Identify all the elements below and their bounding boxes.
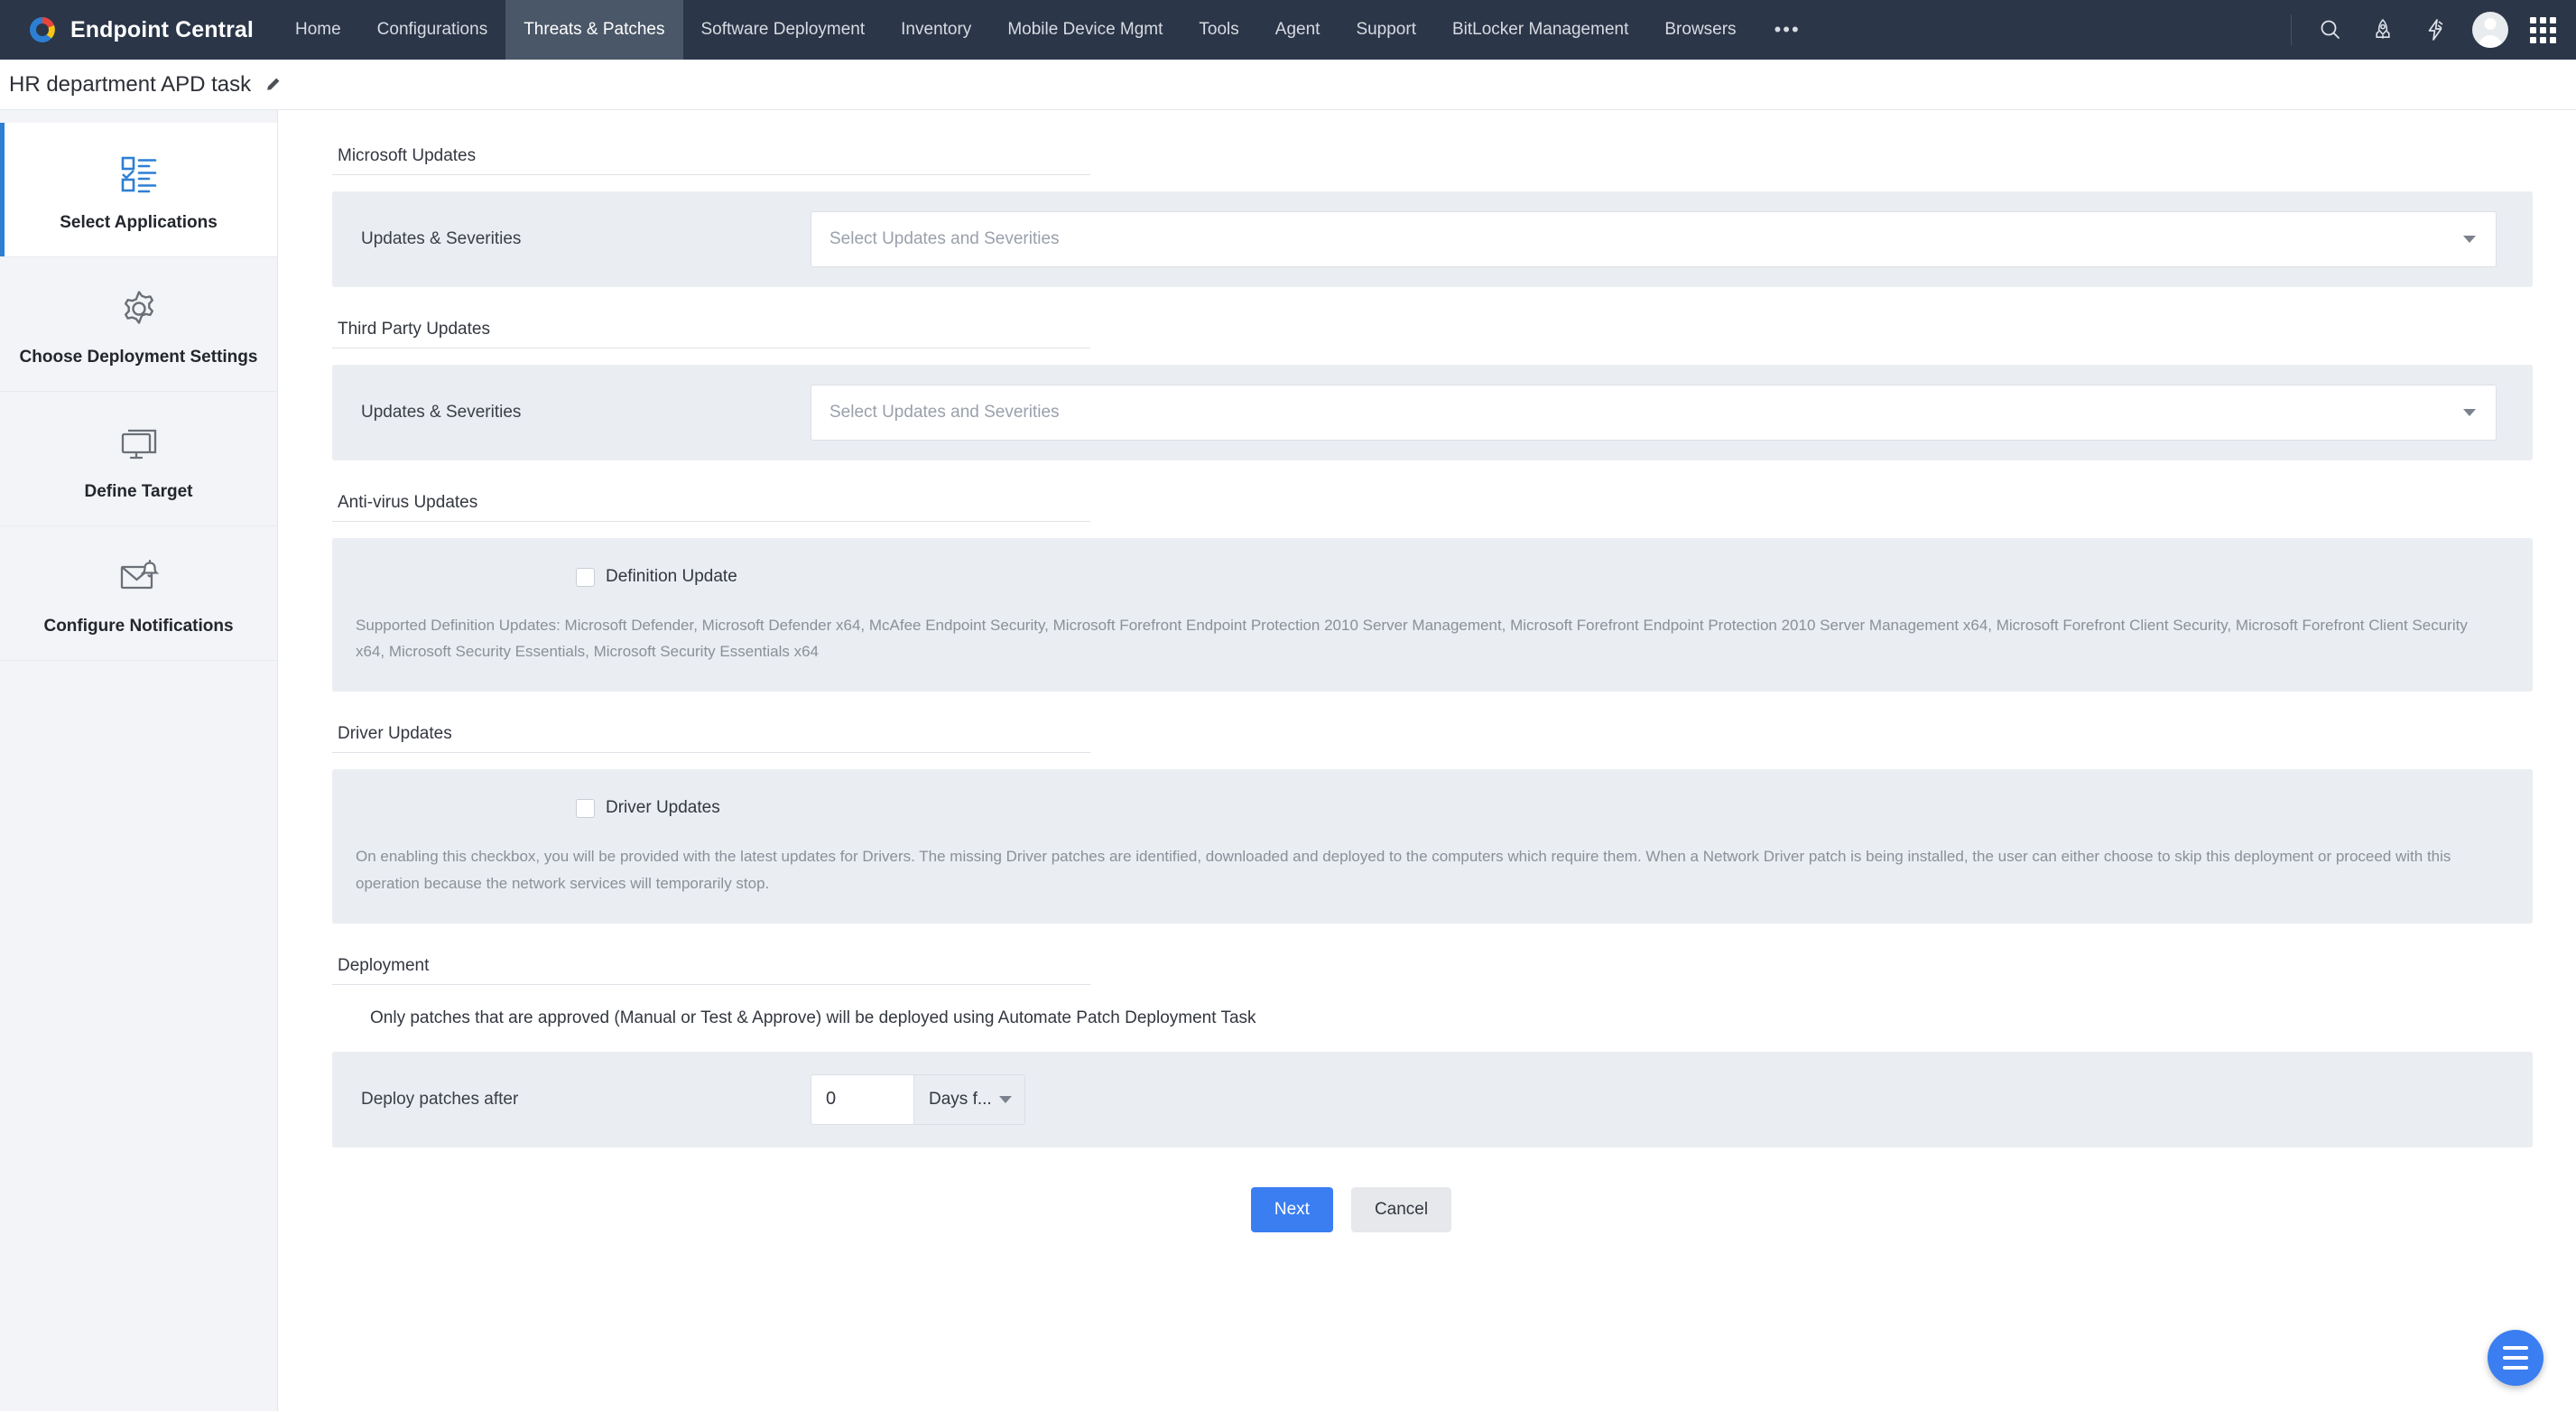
sidebar-item-choose-deployment-settings[interactable]: Choose Deployment Settings: [0, 257, 277, 392]
search-icon[interactable]: [2315, 14, 2346, 45]
form-actions: Next Cancel: [332, 1186, 2370, 1232]
menu-hamburger-icon[interactable]: [2488, 1330, 2544, 1386]
nav-right-actions: [2278, 0, 2576, 60]
deploy-after-days-input[interactable]: [811, 1073, 913, 1125]
panel-driver-updates: Driver Updates On enabling this checkbox…: [332, 769, 2533, 924]
nav-overflow-menu-icon[interactable]: •••: [1755, 0, 1821, 60]
chevron-down-icon: [2463, 236, 2476, 243]
section-heading-antivirus-updates: Anti-virus Updates: [332, 493, 1090, 522]
nav-item-home[interactable]: Home: [277, 0, 359, 60]
definition-update-label: Definition Update: [606, 567, 737, 586]
section-heading-deployment: Deployment: [332, 956, 1090, 985]
select-placeholder: Select Updates and Severities: [829, 403, 1060, 422]
form-content: Microsoft Updates Updates & Severities S…: [278, 146, 2576, 1232]
panel-microsoft-updates: Updates & Severities Select Updates and …: [332, 191, 2533, 287]
mail-bell-icon: [9, 552, 268, 604]
brand[interactable]: Endpoint Central: [0, 0, 277, 60]
main-content: Microsoft Updates Updates & Severities S…: [278, 110, 2576, 1411]
third-party-updates-severities-select[interactable]: Select Updates and Severities: [811, 385, 2497, 441]
chevron-down-icon: [2463, 409, 2476, 416]
field-label-updates-severities: Updates & Severities: [361, 229, 522, 248]
driver-updates-checkbox-row[interactable]: Driver Updates: [576, 769, 2533, 818]
page-title-bar: HR department APD task: [0, 60, 2576, 110]
endpoint-central-logo-icon: [27, 14, 58, 45]
checklist-icon: [9, 148, 268, 200]
nav-item-configurations[interactable]: Configurations: [359, 0, 506, 60]
nav-item-inventory[interactable]: Inventory: [883, 0, 989, 60]
nav-items: Home Configurations Threats & Patches So…: [277, 0, 2278, 60]
rocket-icon[interactable]: [2368, 14, 2398, 45]
sidebar-item-select-applications[interactable]: Select Applications: [0, 123, 277, 257]
nav-item-browsers[interactable]: Browsers: [1646, 0, 1754, 60]
definition-update-checkbox[interactable]: [576, 567, 595, 587]
top-navigation-bar: Endpoint Central Home Configurations Thr…: [0, 0, 2576, 60]
sidebar-item-define-target[interactable]: Define Target: [0, 392, 277, 526]
monitor-icon: [9, 417, 268, 469]
chevron-down-icon: [998, 1095, 1012, 1103]
section-heading-driver-updates: Driver Updates: [332, 724, 1090, 754]
brand-name: Endpoint Central: [70, 16, 254, 42]
driver-updates-note: On enabling this checkbox, you will be p…: [356, 848, 2451, 892]
field-label-deploy-patches-after: Deploy patches after: [361, 1089, 519, 1109]
next-button[interactable]: Next: [1250, 1186, 1333, 1232]
avatar[interactable]: [2472, 12, 2508, 48]
app-grid-icon[interactable]: [2530, 16, 2556, 43]
deployment-approval-note: Only patches that are approved (Manual o…: [370, 1008, 1256, 1027]
driver-updates-label: Driver Updates: [606, 798, 720, 818]
lightning-bolt-icon[interactable]: [2420, 14, 2451, 45]
row-deploy-patches-after: Deploy patches after Days f...: [332, 1052, 2533, 1147]
definition-update-checkbox-row[interactable]: Definition Update: [576, 538, 2533, 587]
row-third-party-updates-severities: Updates & Severities Select Updates and …: [332, 365, 2533, 460]
nav-item-tools[interactable]: Tools: [1181, 0, 1256, 60]
sidebar-item-label: Select Applications: [60, 213, 218, 232]
deploy-after-unit-select[interactable]: Days f...: [913, 1073, 1025, 1125]
panel-third-party-updates: Updates & Severities Select Updates and …: [332, 365, 2533, 460]
cancel-button[interactable]: Cancel: [1350, 1186, 1452, 1232]
nav-item-mobile-device-mgmt[interactable]: Mobile Device Mgmt: [989, 0, 1181, 60]
select-placeholder: Select Updates and Severities: [829, 229, 1060, 248]
sidebar-item-label: Configure Notifications: [43, 617, 234, 636]
sidebar-item-configure-notifications[interactable]: Configure Notifications: [0, 526, 277, 661]
nav-item-support[interactable]: Support: [1338, 0, 1434, 60]
panel-deployment: Deploy patches after Days f...: [332, 1051, 2533, 1147]
field-label-updates-severities: Updates & Severities: [361, 403, 522, 422]
section-heading-microsoft-updates: Microsoft Updates: [332, 146, 1090, 175]
nav-item-agent[interactable]: Agent: [1257, 0, 1339, 60]
divider: [2291, 14, 2292, 45]
page-body: Select Applications Choose Deployment Se…: [0, 110, 2576, 1411]
panel-antivirus-updates: Definition Update Supported Definition U…: [332, 538, 2533, 692]
antivirus-supported-definitions-note: Supported Definition Updates: Microsoft …: [356, 617, 2468, 661]
gear-icon: [9, 283, 268, 335]
wizard-sidebar: Select Applications Choose Deployment Se…: [0, 110, 278, 1411]
pencil-edit-icon[interactable]: [264, 76, 282, 94]
row-microsoft-updates-severities: Updates & Severities Select Updates and …: [332, 191, 2533, 287]
nav-item-software-deployment[interactable]: Software Deployment: [683, 0, 884, 60]
nav-item-bitlocker-management[interactable]: BitLocker Management: [1434, 0, 1646, 60]
sidebar-item-label: Choose Deployment Settings: [19, 348, 258, 367]
page-title: HR department APD task: [9, 71, 252, 97]
deploy-after-unit-value: Days f...: [929, 1089, 992, 1109]
microsoft-updates-severities-select[interactable]: Select Updates and Severities: [811, 211, 2497, 267]
nav-item-threats-and-patches[interactable]: Threats & Patches: [505, 0, 683, 60]
section-heading-third-party-updates: Third Party Updates: [332, 320, 1090, 348]
driver-updates-checkbox[interactable]: [576, 798, 595, 818]
sidebar-item-label: Define Target: [84, 482, 193, 501]
